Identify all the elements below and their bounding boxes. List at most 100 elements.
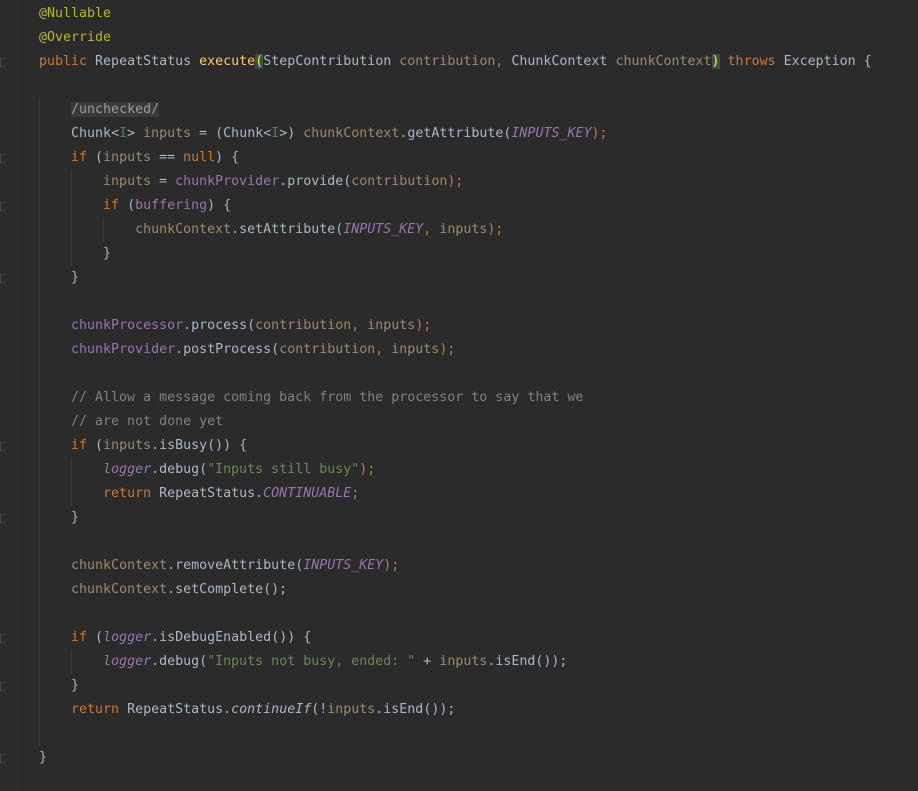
- code-token: chunkContext: [303, 126, 400, 141]
- code-token: <: [111, 126, 120, 141]
- code-token: ChunkContext: [511, 54, 616, 69]
- code-line[interactable]: }: [39, 242, 918, 266]
- code-token: ,: [423, 222, 440, 237]
- fold-marker-icon[interactable]: [0, 634, 6, 643]
- fold-marker-icon[interactable]: [0, 514, 6, 523]
- code-line[interactable]: chunkProcessor.process(contribution, inp…: [39, 314, 918, 338]
- code-line[interactable]: [39, 530, 918, 554]
- code-token: (: [255, 54, 264, 69]
- code-token: (: [119, 198, 136, 213]
- code-line[interactable]: }: [39, 506, 918, 530]
- code-line[interactable]: chunkContext.setAttribute(INPUTS_KEY, in…: [39, 218, 918, 242]
- code-line[interactable]: if (inputs.isBusy()) {: [39, 434, 918, 458]
- code-token: inputs: [327, 702, 376, 717]
- code-line[interactable]: if (buffering) {: [39, 194, 918, 218]
- code-token: .provide(: [279, 174, 352, 189]
- code-token: // are not done yet: [39, 414, 224, 429]
- code-line[interactable]: Chunk<I> inputs = (Chunk<I>) chunkContex…: [39, 122, 918, 146]
- indent-guide: [39, 674, 40, 698]
- code-token: }: [39, 510, 80, 525]
- code-line[interactable]: @Nullable: [39, 2, 918, 26]
- code-token: contribution: [399, 54, 496, 69]
- code-line[interactable]: [39, 722, 918, 746]
- code-line[interactable]: [39, 362, 918, 386]
- code-token: if: [71, 630, 88, 645]
- code-token: );: [487, 222, 504, 237]
- code-line[interactable]: chunkContext.setComplete();: [39, 578, 918, 602]
- indent-guide: [39, 338, 40, 362]
- indent-guide: [71, 170, 72, 194]
- code-token: ,: [495, 54, 512, 69]
- code-token: I: [119, 126, 128, 141]
- indent-guide: [39, 122, 40, 146]
- code-token: ,: [351, 318, 368, 333]
- code-token: /unchecked/: [71, 102, 160, 117]
- code-line[interactable]: @Override: [39, 26, 918, 50]
- code-line[interactable]: }: [39, 674, 918, 698]
- code-token: );: [359, 462, 376, 477]
- fold-marker-icon[interactable]: [0, 202, 6, 211]
- code-token: .postProcess(: [175, 342, 280, 357]
- code-line[interactable]: chunkProvider.postProcess(contribution, …: [39, 338, 918, 362]
- code-token: ;: [351, 486, 360, 501]
- indent-guide: [39, 578, 40, 602]
- code-editor[interactable]: @Nullable @Override public RepeatStatus ex…: [0, 0, 918, 791]
- code-line[interactable]: [39, 74, 918, 98]
- editor-gutter[interactable]: [0, 0, 19, 791]
- code-line[interactable]: return RepeatStatus.continueIf(!inputs.i…: [39, 698, 918, 722]
- fold-marker-icon[interactable]: [0, 58, 6, 67]
- code-line[interactable]: // are not done yet: [39, 410, 918, 434]
- code-line[interactable]: /unchecked/: [39, 98, 918, 122]
- code-line[interactable]: }: [39, 746, 918, 770]
- code-line[interactable]: logger.debug("Inputs not busy, ended: " …: [39, 650, 918, 674]
- code-line[interactable]: chunkContext.removeAttribute(INPUTS_KEY)…: [39, 554, 918, 578]
- code-token: chunkContext: [615, 54, 712, 69]
- indent-guide: [39, 146, 40, 170]
- code-line[interactable]: return RepeatStatus.CONTINUABLE;: [39, 482, 918, 506]
- fold-marker-icon[interactable]: [0, 682, 6, 691]
- code-token: ,: [375, 342, 392, 357]
- code-line[interactable]: [39, 290, 918, 314]
- indent-guide: [39, 98, 40, 122]
- fold-marker-icon[interactable]: [0, 274, 6, 283]
- code-token: .isDebugEnabled()) {: [151, 630, 312, 645]
- code-line[interactable]: logger.debug("Inputs still busy");: [39, 458, 918, 482]
- code-token: .isBusy()) {: [151, 438, 248, 453]
- code-line[interactable]: }: [39, 266, 918, 290]
- indent-guide: [71, 458, 72, 482]
- fold-marker-icon[interactable]: [0, 754, 6, 763]
- code-line[interactable]: if (inputs == null) {: [39, 146, 918, 170]
- code-token: logger: [103, 630, 152, 645]
- code-area[interactable]: @Nullable @Override public RepeatStatus ex…: [39, 2, 918, 770]
- code-token: return: [71, 702, 128, 717]
- indent-guide: [39, 386, 40, 410]
- fold-marker-icon[interactable]: [0, 442, 6, 451]
- indent-guide: [71, 194, 72, 218]
- indent-guide: [39, 722, 40, 746]
- code-line[interactable]: // Allow a message coming back from the …: [39, 386, 918, 410]
- code-token: if: [71, 150, 88, 165]
- indent-guide: [39, 530, 40, 554]
- code-token: return: [103, 486, 160, 501]
- code-line[interactable]: [39, 602, 918, 626]
- code-token: inputs: [103, 150, 152, 165]
- code-line[interactable]: if (logger.isDebugEnabled()) {: [39, 626, 918, 650]
- code-token: INPUTS_KEY: [343, 222, 424, 237]
- code-token: chunkContext: [135, 222, 232, 237]
- code-token: null: [183, 150, 216, 165]
- code-token: Chunk: [39, 126, 112, 141]
- indent-guide: [71, 650, 72, 674]
- code-token: .removeAttribute(: [167, 558, 304, 573]
- code-line[interactable]: inputs = chunkProvider.provide(contribut…: [39, 170, 918, 194]
- code-token: RepeatStatus: [95, 54, 200, 69]
- code-token: +: [415, 654, 440, 669]
- code-line[interactable]: public RepeatStatus execute(StepContribu…: [39, 50, 918, 74]
- code-token: if: [71, 438, 88, 453]
- fold-marker-icon[interactable]: [0, 154, 6, 163]
